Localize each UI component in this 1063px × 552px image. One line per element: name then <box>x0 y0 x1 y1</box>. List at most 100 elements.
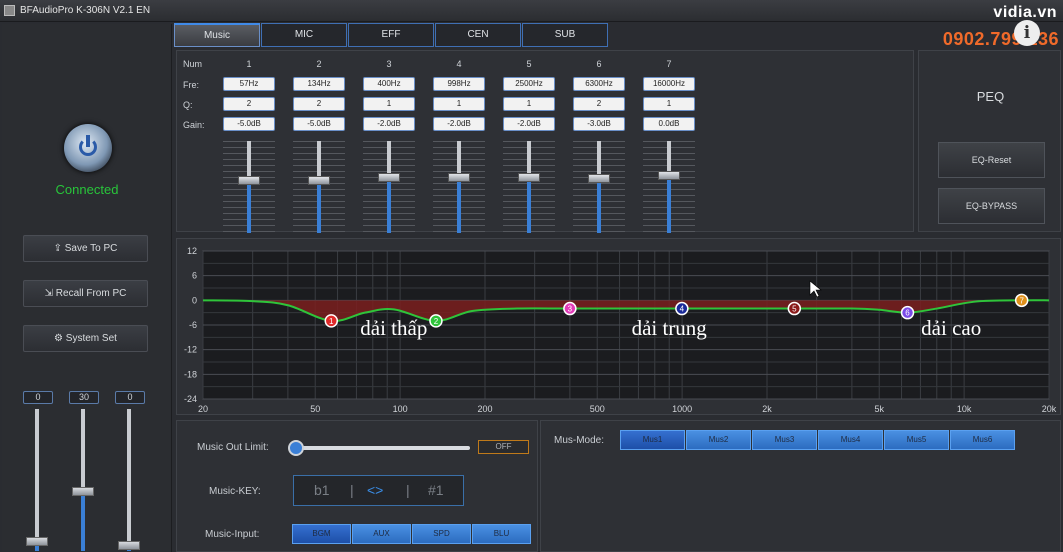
band-frequency-field[interactable]: 57Hz <box>223 77 275 91</box>
music-settings-panel: Music Out Limit: OFF Music-KEY: b1 | <> … <box>176 420 538 552</box>
recall-from-pc-button[interactable]: ⇲ Recall From PC <box>23 280 148 307</box>
band-gain-field[interactable]: -2.0dB <box>363 117 415 131</box>
fader-knob[interactable] <box>658 171 680 180</box>
eq-bypass-button[interactable]: EQ-BYPASS <box>938 188 1045 224</box>
eq-reset-button[interactable]: EQ-Reset <box>938 142 1045 178</box>
tab-sub[interactable]: SUB <box>522 23 608 47</box>
mus-mode-5-button[interactable]: Mus5 <box>884 430 949 450</box>
x-tick-label: 5k <box>874 404 884 414</box>
band-gain-field[interactable]: -3.0dB <box>573 117 625 131</box>
x-tick-label: 20 <box>198 404 208 414</box>
input-spd-button[interactable]: SPD <box>412 524 471 544</box>
eq-node-3[interactable]: 3 <box>563 301 577 316</box>
band-q-field[interactable]: 2 <box>573 97 625 111</box>
band-gain-field[interactable]: -2.0dB <box>503 117 555 131</box>
band-gain-fader[interactable] <box>503 141 555 233</box>
music-out-limit-off-button[interactable]: OFF <box>478 440 529 454</box>
mus-mode-3-button[interactable]: Mus3 <box>752 430 817 450</box>
eq-node-label: 6 <box>905 309 910 318</box>
band-q-field[interactable]: 2 <box>223 97 275 111</box>
eq-node-label: 2 <box>434 317 439 326</box>
band-gain-fader[interactable] <box>643 141 695 233</box>
x-tick-label: 50 <box>310 404 320 414</box>
band-q-field[interactable]: 1 <box>503 97 555 111</box>
fader-fill <box>81 491 85 551</box>
eq-node-6[interactable]: 6 <box>900 305 915 320</box>
band-gain-field[interactable]: -5.0dB <box>293 117 345 131</box>
fader-knob[interactable] <box>238 176 260 185</box>
band-gain-fader[interactable] <box>223 141 275 233</box>
eq-node-5[interactable]: 5 <box>787 301 802 316</box>
fader-knob[interactable] <box>72 487 94 496</box>
x-tick-label: 100 <box>393 404 408 414</box>
y-tick-label: -24 <box>184 394 197 404</box>
tab-music[interactable]: Music <box>174 23 260 47</box>
band-gain-field[interactable]: -2.0dB <box>433 117 485 131</box>
band-gain-fader[interactable] <box>573 141 625 233</box>
mus-mode-6-button[interactable]: Mus6 <box>950 430 1015 450</box>
band-gain-field[interactable]: -5.0dB <box>223 117 275 131</box>
system-set-label: System Set <box>65 333 117 344</box>
tab-cen[interactable]: CEN <box>435 23 521 47</box>
fader-knob[interactable] <box>448 173 470 182</box>
input-aux-button[interactable]: AUX <box>352 524 411 544</box>
music-out-limit-knob[interactable] <box>288 440 304 456</box>
band-gain-fader[interactable] <box>293 141 345 233</box>
output-fader-2[interactable]: 30 <box>67 391 101 551</box>
key-separator: | <box>406 482 410 498</box>
info-icon[interactable]: i <box>1014 20 1040 46</box>
eq-response-graph[interactable]: 1260-6-12-18-2420 50 100 200 500 1000 2k 5k 10k 2… <box>177 239 1062 416</box>
eq-node-2[interactable]: 2 <box>429 314 443 328</box>
fader-knob[interactable] <box>308 176 330 185</box>
band-frequency-field[interactable]: 400Hz <box>363 77 415 91</box>
band-number: 1 <box>246 59 252 69</box>
band-gain-field[interactable]: 0.0dB <box>643 117 695 131</box>
fader-knob[interactable] <box>518 173 540 182</box>
input-bgm-button[interactable]: BGM <box>292 524 351 544</box>
band-frequency-field[interactable]: 998Hz <box>433 77 485 91</box>
key-reset-button[interactable]: <> <box>367 482 383 498</box>
fader-value[interactable]: 0 <box>23 391 53 404</box>
eq-node-1[interactable]: 1 <box>324 314 339 328</box>
save-to-pc-button[interactable]: ⇪ Save To PC <box>23 235 148 262</box>
fader-knob[interactable] <box>26 537 48 546</box>
music-out-limit-slider[interactable] <box>295 446 470 450</box>
eq-node-4[interactable]: 4 <box>675 301 689 316</box>
input-blu-button[interactable]: BLU <box>472 524 531 544</box>
window-title: BFAudioPro K-306N V2.1 EN <box>20 5 151 16</box>
band-q-field[interactable]: 2 <box>293 97 345 111</box>
fader-knob[interactable] <box>588 174 610 183</box>
x-tick-label: 200 <box>477 404 492 414</box>
band-q-field[interactable]: 1 <box>433 97 485 111</box>
fader-value[interactable]: 0 <box>115 391 145 404</box>
output-fader-3[interactable]: 0 <box>113 391 147 551</box>
band-q-field[interactable]: 1 <box>363 97 415 111</box>
key-sharp-button[interactable]: #1 <box>428 482 444 498</box>
band-q-field[interactable]: 1 <box>643 97 695 111</box>
tab-mic[interactable]: MIC <box>261 23 347 47</box>
eq-node-label: 3 <box>568 305 573 314</box>
output-fader-1[interactable]: 0 <box>21 391 55 551</box>
band-gain-fader[interactable] <box>433 141 485 233</box>
band-frequency-field[interactable]: 2500Hz <box>503 77 555 91</box>
mus-mode-2-button[interactable]: Mus2 <box>686 430 751 450</box>
system-set-button[interactable]: ⚙ System Set <box>23 325 148 352</box>
band-gain-fader[interactable] <box>363 141 415 233</box>
band-frequency-field[interactable]: 16000Hz <box>643 77 695 91</box>
tab-eff[interactable]: EFF <box>348 23 434 47</box>
eq-node-label: 5 <box>792 305 797 314</box>
q-row-label: Q: <box>183 100 193 110</box>
power-button[interactable] <box>64 124 112 172</box>
fader-fill <box>387 177 391 233</box>
fader-value[interactable]: 30 <box>69 391 99 404</box>
eq-node-label: 7 <box>1019 296 1024 305</box>
mus-mode-4-button[interactable]: Mus4 <box>818 430 883 450</box>
fader-knob[interactable] <box>378 173 400 182</box>
band-frequency-field[interactable]: 6300Hz <box>573 77 625 91</box>
key-flat-button[interactable]: b1 <box>314 482 330 498</box>
eq-node-7[interactable]: 7 <box>1014 293 1029 308</box>
fader-knob[interactable] <box>118 541 140 550</box>
gear-icon: ⚙ <box>54 333 64 344</box>
mus-mode-1-button[interactable]: Mus1 <box>620 430 685 450</box>
band-frequency-field[interactable]: 134Hz <box>293 77 345 91</box>
